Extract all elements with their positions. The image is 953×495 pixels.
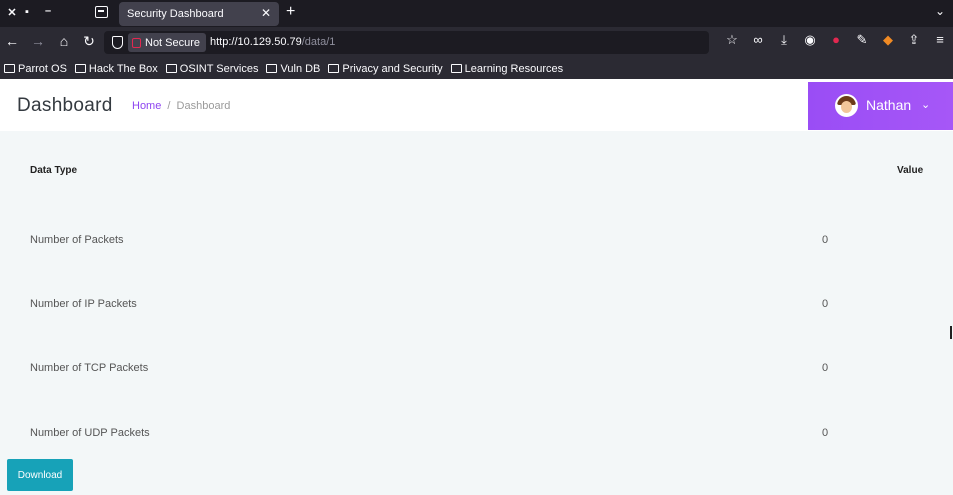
row-label-tcp-packets: Number of TCP Packets — [30, 362, 149, 374]
wrench-icon[interactable]: ✎ — [849, 32, 875, 48]
row-value-ip-packets: 0 — [822, 298, 829, 310]
new-tab-button[interactable]: + — [286, 3, 295, 21]
folder-icon — [450, 64, 462, 73]
tab-close-icon[interactable]: ✕ — [261, 6, 271, 20]
row-value-packets: 0 — [822, 234, 829, 246]
download-button[interactable]: Download — [7, 459, 73, 491]
page-header: Dashboard Home / Dashboard Nathan ⌄ — [0, 79, 953, 131]
folder-icon — [165, 64, 177, 73]
chevron-down-icon: ⌄ — [921, 99, 931, 111]
breadcrumb-current: Dashboard — [176, 100, 231, 112]
url-text[interactable]: http://10.129.50.79/data/1 — [210, 36, 335, 48]
fox-icon[interactable]: ◆ — [875, 32, 901, 48]
bookmark-label: Learning Resources — [464, 62, 564, 75]
bookmarks-bar: Parrot OS Hack The Box OSINT Services Vu… — [0, 58, 953, 79]
avatar — [835, 94, 858, 117]
extensions-icon[interactable]: ⇪ — [901, 32, 927, 48]
bookmark-learning-resources[interactable]: Learning Resources — [450, 62, 564, 75]
insecure-lock-icon — [132, 37, 141, 48]
bookmark-parrot-os[interactable]: Parrot OS — [4, 63, 67, 75]
bookmark-label: Hack The Box — [88, 62, 158, 75]
bookmark-label: Vuln DB — [280, 62, 321, 75]
tab-title: Security Dashboard — [127, 8, 224, 20]
url-bar[interactable]: Not Secure http://10.129.50.79/data/1 — [104, 31, 709, 54]
browser-tab-bar: ✕ ▪ – Security Dashboard ✕ + ⌄ — [0, 0, 953, 27]
mask-icon[interactable]: ∞ — [745, 32, 771, 48]
column-header-data-type: Data Type — [30, 165, 78, 176]
tab-list-icon[interactable] — [95, 6, 108, 18]
folder-icon — [74, 64, 86, 73]
menu-icon[interactable]: ≡ — [927, 32, 953, 48]
user-name: Nathan — [866, 97, 912, 113]
bookmark-hack-the-box[interactable]: Hack The Box — [74, 62, 158, 75]
bookmark-privacy-and-security[interactable]: Privacy and Security — [328, 62, 443, 75]
url-path: /data/1 — [301, 36, 336, 48]
bookmark-label: OSINT Services — [179, 62, 259, 75]
bookmark-vuln-db[interactable]: Vuln DB — [266, 63, 320, 75]
user-menu[interactable]: Nathan ⌄ — [808, 82, 953, 130]
star-icon[interactable]: ☆ — [719, 32, 745, 48]
column-header-value: Value — [897, 165, 924, 176]
tab-overflow-icon[interactable]: ⌄ — [935, 4, 945, 18]
back-button[interactable]: ← — [3, 33, 21, 49]
page-title: Dashboard — [17, 95, 113, 116]
tab-security-dashboard[interactable]: Security Dashboard ✕ — [119, 2, 279, 26]
breadcrumb: Home / Dashboard — [132, 100, 230, 112]
row-value-tcp-packets: 0 — [822, 362, 829, 374]
download-icon[interactable]: ⤓ — [771, 32, 797, 48]
bookmark-label: Parrot OS — [18, 62, 67, 75]
ublock-icon[interactable]: ● — [823, 32, 849, 48]
row-label-ip-packets: Number of IP Packets — [30, 298, 137, 310]
folder-icon — [328, 64, 340, 73]
breadcrumb-home-link[interactable]: Home — [132, 100, 161, 112]
bookmark-label: Privacy and Security — [342, 62, 443, 75]
row-label-packets: Number of Packets — [30, 234, 124, 246]
reload-button[interactable]: ↻ — [80, 33, 98, 50]
folder-icon — [266, 64, 278, 73]
toolbar-icons: ☆ ∞ ⤓ ◉ ● ✎ ◆ ⇪ ≡ — [719, 32, 953, 48]
bookmark-osint-services[interactable]: OSINT Services — [165, 62, 259, 75]
row-label-udp-packets: Number of UDP Packets — [30, 427, 150, 439]
page-content: Dashboard Home / Dashboard Nathan ⌄ Data… — [0, 79, 953, 495]
text-cursor — [950, 326, 952, 339]
not-secure-badge[interactable]: Not Secure — [128, 33, 207, 52]
forward-button[interactable]: → — [29, 33, 47, 49]
account-icon[interactable]: ◉ — [797, 32, 823, 48]
not-secure-label: Not Secure — [145, 36, 201, 49]
folder-icon — [4, 64, 15, 73]
window-minimize-button[interactable]: – — [38, 5, 58, 17]
browser-nav-bar: ← → ⌂ ↻ Not Secure http://10.129.50.79/d… — [0, 27, 953, 58]
home-button[interactable]: ⌂ — [55, 33, 73, 49]
breadcrumb-separator: / — [167, 100, 171, 112]
window-maximize-button[interactable]: ▪ — [17, 6, 37, 18]
row-value-udp-packets: 0 — [822, 427, 829, 439]
shield-icon[interactable] — [112, 36, 123, 49]
url-host: http://10.129.50.79 — [210, 36, 302, 48]
